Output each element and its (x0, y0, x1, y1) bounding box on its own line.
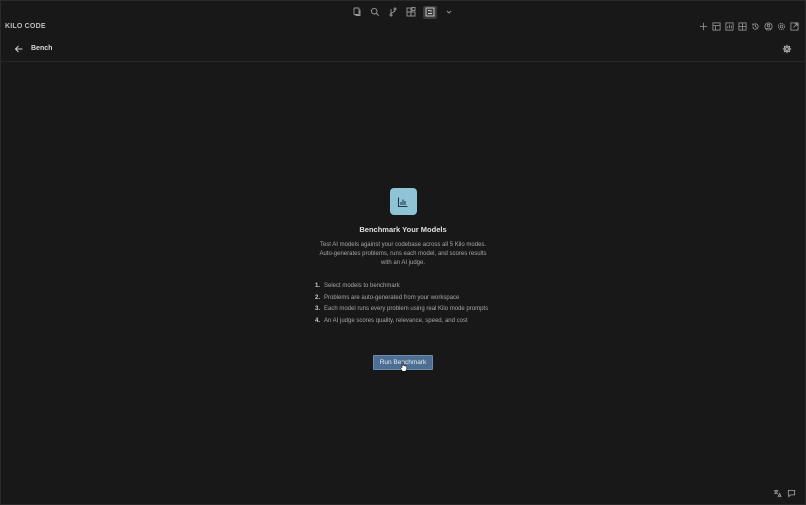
step-item: 1. Select models to benchmark (315, 282, 491, 290)
step-item: 4. An AI judge scores quality, relevance… (315, 317, 491, 325)
benchmark-empty-state: Benchmark Your Models Test AI models aga… (1, 188, 805, 370)
extensions-icon[interactable] (405, 6, 417, 18)
benchmark-chart-icon (389, 188, 417, 215)
kilo-panel-icon[interactable] (423, 5, 437, 19)
source-control-icon[interactable] (387, 6, 399, 18)
back-arrow-icon[interactable] (14, 44, 24, 54)
steps-list: 1. Select models to benchmark 2. Problem… (315, 282, 491, 328)
step-text: Each model runs every problem using real… (324, 306, 489, 312)
step-text: An AI judge scores quality, relevance, s… (324, 317, 468, 324)
step-item: 3. Each model runs every problem using r… (315, 305, 491, 313)
title-bar (1, 1, 805, 23)
account-icon[interactable] (764, 22, 773, 31)
step-number: 2. (315, 294, 321, 301)
grid-icon[interactable] (738, 22, 747, 31)
step-text: Select models to benchmark (324, 283, 400, 289)
header-actions (699, 22, 799, 31)
bottom-toolbar (773, 489, 796, 498)
brand-label: KILO CODE (5, 23, 46, 30)
step-number: 1. (315, 283, 321, 289)
step-text: Problems are auto-generated from your wo… (324, 294, 460, 301)
popout-icon[interactable] (790, 22, 799, 31)
layout-icon[interactable] (712, 22, 721, 31)
pointer-cursor-icon (399, 361, 407, 372)
step-item: 2. Problems are auto-generated from your… (315, 294, 491, 302)
search-icon[interactable] (369, 6, 381, 18)
app-window: KILO CODE Bench Benchmark Your Models Te… (0, 0, 806, 505)
empty-state-description: Test AI models against your codebase acr… (319, 242, 487, 266)
translate-icon[interactable] (773, 489, 782, 498)
title-bar-icons (351, 5, 455, 19)
step-number: 3. (315, 306, 321, 312)
chevron-down-icon[interactable] (443, 6, 455, 18)
page-title: Bench (31, 45, 53, 52)
settings-icon[interactable] (777, 22, 786, 31)
step-number: 4. (315, 317, 321, 324)
empty-state-heading: Benchmark Your Models (359, 225, 447, 234)
files-icon[interactable] (351, 6, 363, 18)
bench-settings-icon[interactable] (782, 44, 792, 54)
plus-icon[interactable] (699, 22, 708, 31)
feedback-icon[interactable] (787, 489, 796, 498)
chart-icon[interactable] (725, 22, 734, 31)
history-icon[interactable] (751, 22, 760, 31)
nav-bar: Bench (1, 41, 805, 62)
